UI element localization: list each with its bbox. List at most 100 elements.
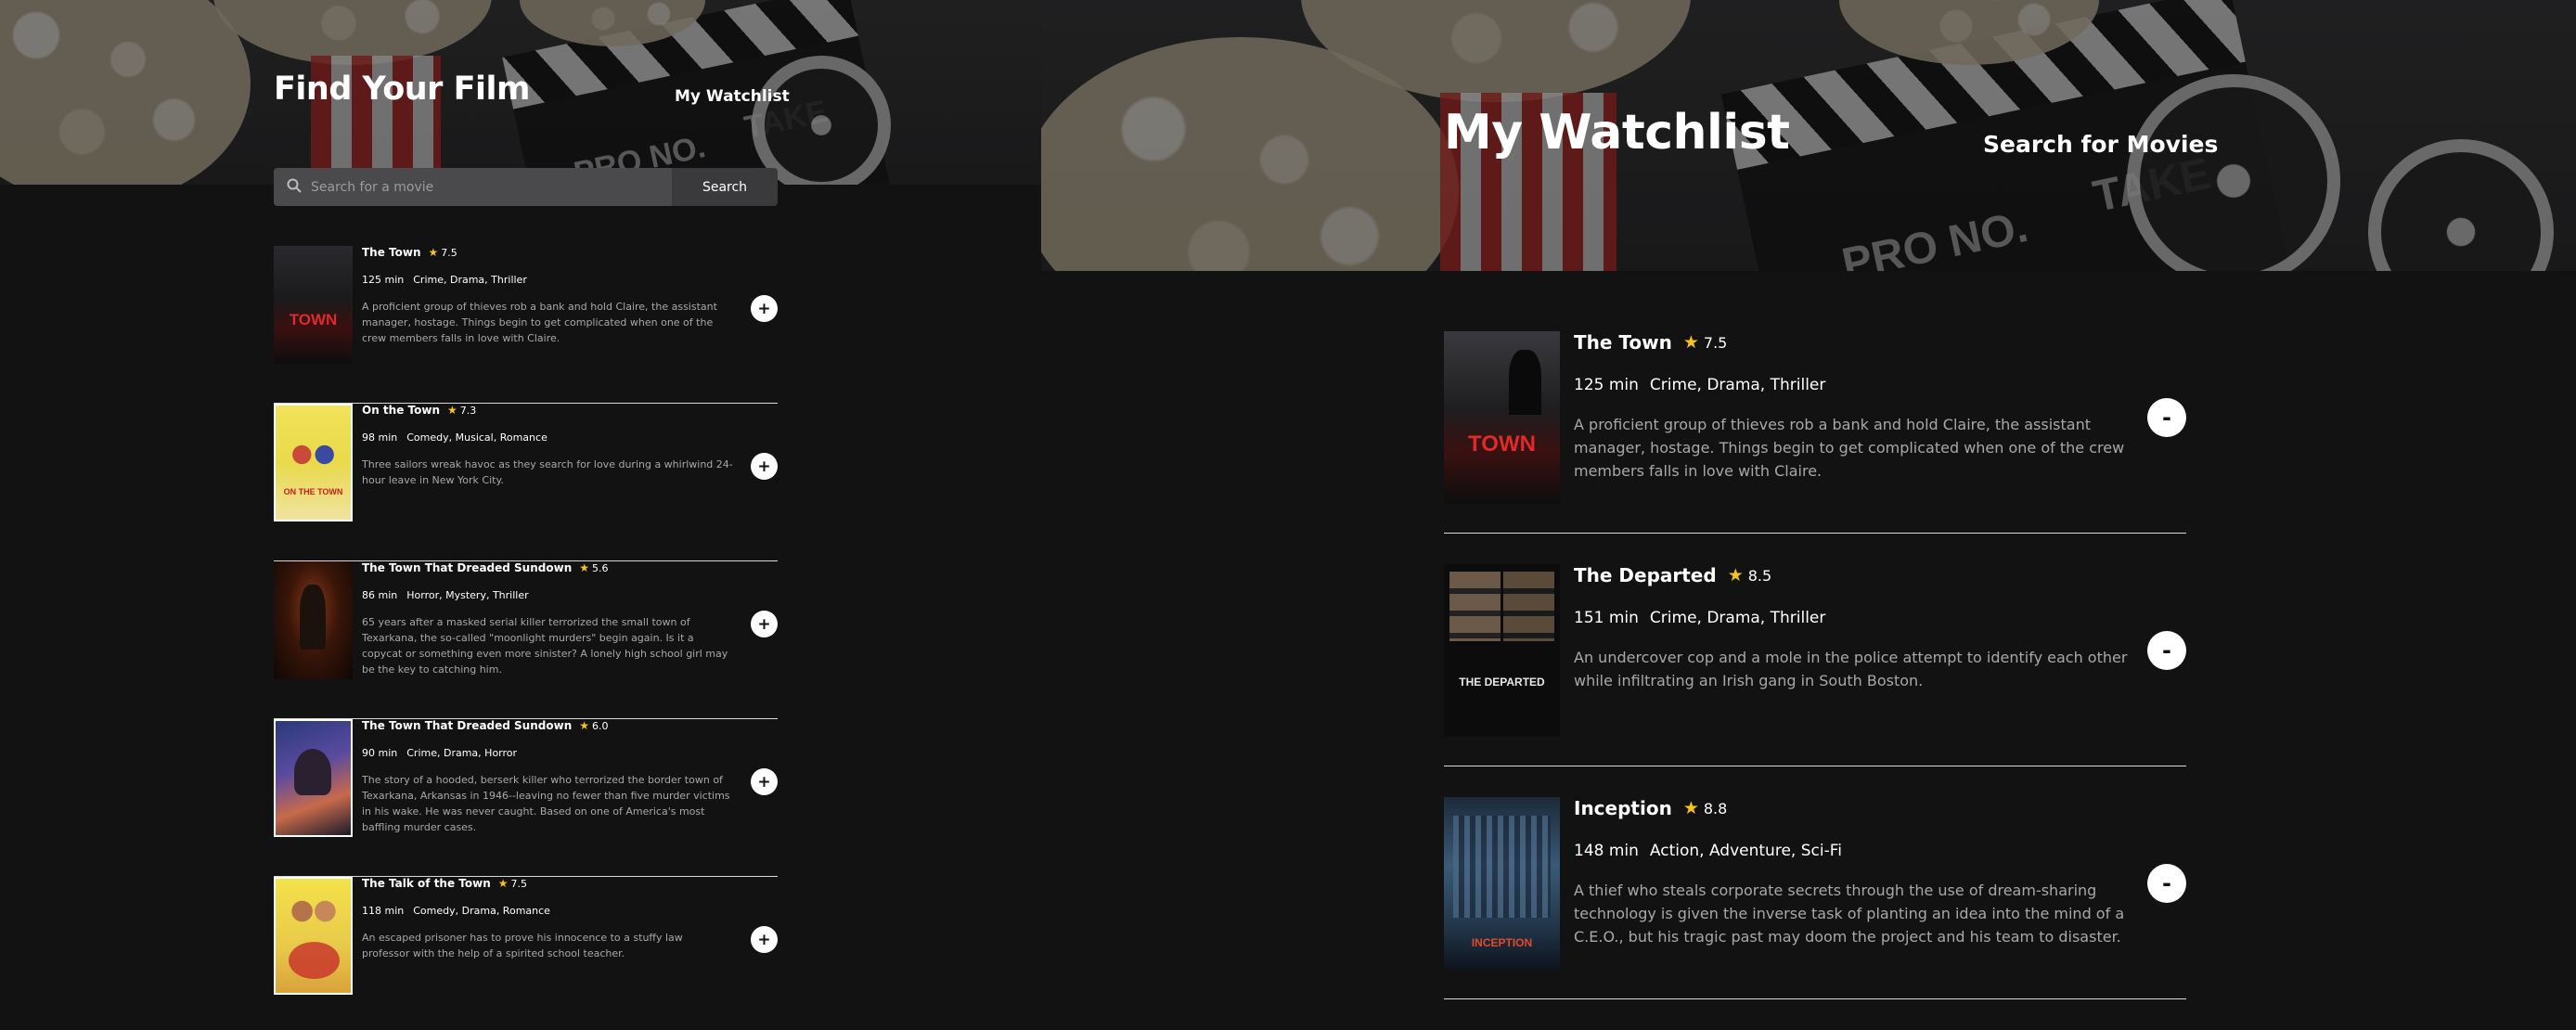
movie-poster: TOWN [1444, 331, 1560, 504]
watchlist-card: TOWN The Town ★ 7.5 125 min Crime, Drama… [1444, 331, 2186, 534]
movie-rating: 8.5 [1747, 566, 1772, 585]
movie-genres: Crime, Drama, Horror [406, 747, 518, 759]
remove-from-watchlist-button[interactable]: - [2147, 631, 2186, 670]
search-input[interactable] [302, 179, 672, 195]
movie-poster: ON THE TOWN [274, 404, 353, 521]
meta-row: 125 min Crime, Drama, Thriller [1574, 376, 1825, 394]
movie-poster [274, 719, 353, 837]
remove-from-watchlist-button[interactable]: - [2147, 864, 2186, 903]
poster-text: THE DEPARTED [1459, 676, 1545, 689]
meta-row: 148 min Action, Adventure, Sci-Fi [1574, 842, 1842, 860]
movie-runtime: 86 min [362, 589, 398, 601]
movie-plot: A thief who steals corporate secrets thr… [1574, 882, 2125, 946]
search-button[interactable]: Search [672, 168, 778, 206]
movie-plot: An escaped prisoner has to prove his inn… [362, 932, 683, 959]
title-row: The Town That Dreaded Sundown ★ 6.0 [362, 719, 609, 732]
title-row: The Town That Dreaded Sundown ★ 5.6 [362, 561, 609, 574]
movie-poster [274, 561, 353, 679]
result-card: The Town That Dreaded Sundown ★ 5.6 86 m… [274, 561, 778, 719]
star-icon: ★ [1727, 565, 1744, 586]
watchlist-page: PRO NO. TAKE My Watchlist Search for Mov… [1041, 0, 2576, 1030]
movie-title: The Talk of the Town [362, 877, 491, 890]
movie-plot: A proficient group of thieves rob a bank… [1574, 416, 2125, 480]
movie-genres: Horror, Mystery, Thriller [406, 589, 529, 601]
movie-genres: Action, Adventure, Sci-Fi [1649, 842, 1842, 860]
movie-poster: THE DEPARTED [1444, 564, 1560, 737]
header-backdrop: PRO NO. TAKE [1041, 0, 2576, 271]
search-icon [287, 178, 302, 197]
star-icon: ★ [1682, 332, 1699, 353]
title-row: The Town ★ 7.5 [1574, 331, 1727, 354]
star-icon: ★ [446, 404, 457, 417]
movie-plot: A proficient group of thieves rob a bank… [362, 301, 717, 344]
poster-text: ON THE TOWN [283, 487, 343, 496]
title-row: On the Town ★ 7.3 [362, 404, 476, 417]
movie-plot: Three sailors wreak havoc as they search… [362, 458, 733, 486]
result-card: ON THE TOWN On the Town ★ 7.3 98 min Com… [274, 404, 778, 561]
movie-genres: Crime, Drama, Thriller [1649, 376, 1826, 394]
movie-poster: INCEPTION [1444, 797, 1560, 970]
meta-row: 151 min Crime, Drama, Thriller [1574, 609, 1825, 627]
meta-row: 98 min Comedy, Musical, Romance [362, 431, 547, 444]
movie-title: The Departed [1574, 564, 1717, 586]
nav-link-watchlist[interactable]: My Watchlist [675, 87, 790, 106]
meta-row: 90 min Crime, Drama, Horror [362, 747, 517, 759]
title-row: The Departed ★ 8.5 [1574, 564, 1771, 586]
title-row: Inception ★ 8.8 [1574, 797, 1727, 819]
star-icon: ★ [428, 246, 439, 259]
page-title: Find Your Film [274, 71, 530, 108]
movie-genres: Comedy, Musical, Romance [406, 431, 547, 444]
star-icon: ★ [579, 719, 589, 732]
movie-plot: 65 years after a masked serial killer te… [362, 616, 728, 676]
movie-title: The Town [362, 246, 421, 259]
movie-title: On the Town [362, 404, 440, 417]
meta-row: 125 min Crime, Drama, Thriller [362, 274, 527, 286]
movie-rating: 8.8 [1703, 799, 1728, 818]
result-card: The Town That Dreaded Sundown ★ 6.0 90 m… [274, 719, 778, 877]
remove-from-watchlist-button[interactable]: - [2147, 398, 2186, 437]
movie-rating: 7.5 [510, 877, 528, 890]
movie-genres: Crime, Drama, Thriller [1649, 609, 1826, 627]
movie-rating: 5.6 [592, 561, 609, 574]
movie-runtime: 125 min [1574, 376, 1639, 394]
meta-row: 118 min Comedy, Drama, Romance [362, 905, 550, 917]
add-to-watchlist-button[interactable]: + [751, 611, 778, 637]
movie-runtime: 90 min [362, 747, 398, 759]
page-title: My Watchlist [1444, 105, 1790, 161]
movie-genres: Crime, Drama, Thriller [413, 274, 527, 286]
movie-poster [274, 877, 353, 995]
search-bar: Search [274, 168, 778, 206]
add-to-watchlist-button[interactable]: + [751, 453, 778, 480]
search-field-wrapper [274, 168, 672, 206]
add-to-watchlist-button[interactable]: + [751, 768, 778, 795]
poster-text: TOWN [1468, 431, 1536, 457]
movie-runtime: 148 min [1574, 842, 1639, 860]
watchlist-card: THE DEPARTED The Departed ★ 8.5 151 min … [1444, 564, 2186, 766]
search-page: PRO NO. TAKE Find Your Film My Watchlist… [0, 0, 1041, 1030]
movie-runtime: 118 min [362, 905, 405, 917]
movie-title: The Town [1574, 331, 1672, 354]
add-to-watchlist-button[interactable]: + [751, 926, 778, 953]
meta-row: 86 min Horror, Mystery, Thriller [362, 589, 529, 601]
star-icon: ★ [497, 877, 509, 890]
watchlist-card: INCEPTION Inception ★ 8.8 148 min Action… [1444, 797, 2186, 999]
add-to-watchlist-button[interactable]: + [751, 295, 778, 322]
movie-rating: 7.5 [1703, 333, 1728, 352]
movie-rating: 6.0 [592, 719, 609, 732]
movie-rating: 7.5 [441, 246, 457, 259]
result-card: The Talk of the Town ★ 7.5 118 min Comed… [274, 877, 778, 1030]
movie-runtime: 151 min [1574, 609, 1639, 627]
poster-text: INCEPTION [1471, 936, 1533, 949]
movie-plot: The story of a hooded, berserk killer wh… [362, 774, 730, 833]
movie-genres: Comedy, Drama, Romance [413, 905, 550, 917]
movie-runtime: 98 min [362, 431, 398, 444]
movie-title: The Town That Dreaded Sundown [362, 719, 573, 732]
nav-link-search[interactable]: Search for Movies [1983, 131, 2218, 158]
title-row: The Town ★ 7.5 [362, 246, 457, 259]
star-icon: ★ [579, 561, 589, 574]
result-card: TOWN The Town ★ 7.5 125 min Crime, Drama… [274, 246, 778, 404]
movie-poster: TOWN [274, 246, 353, 364]
movie-runtime: 125 min [362, 274, 405, 286]
poster-text: TOWN [289, 311, 338, 328]
movie-plot: An undercover cop and a mole in the poli… [1574, 649, 2128, 689]
